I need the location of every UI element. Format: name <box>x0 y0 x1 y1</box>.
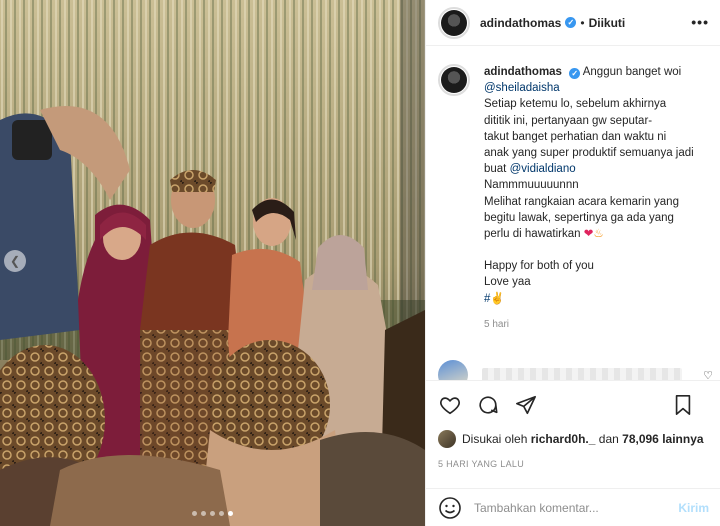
likes-suffix[interactable]: lainnya <box>662 432 703 446</box>
carousel-dot <box>192 511 197 516</box>
verified-badge-icon: ✓ <box>565 17 577 28</box>
mention-link[interactable]: @vidialdiano <box>510 163 576 175</box>
previous-slide-button[interactable]: ❮ <box>4 250 26 272</box>
like-comment-heart-icon[interactable]: ♡ <box>703 369 713 381</box>
likes-summary: Disukai oleh richard0h._ dan 78,096 lain… <box>438 430 704 448</box>
carousel-dot-active <box>228 511 233 516</box>
like-heart-icon[interactable] <box>438 393 462 417</box>
blurred-comment-text <box>482 368 682 380</box>
caption-username[interactable]: adindathomas <box>484 66 562 78</box>
separator-dot: • <box>580 15 585 30</box>
avatar[interactable] <box>438 430 456 448</box>
carousel-dot <box>210 511 215 516</box>
caption-line: Happy for both of you <box>484 260 594 273</box>
comments-section[interactable]: adindathomas ✓ Anggun banget woi @sheila… <box>426 46 720 380</box>
caption-line: Setiap ketemu lo, sebelum akhirnya <box>484 98 667 111</box>
caption-line: Love yaa <box>484 276 531 289</box>
post-comment-button[interactable]: Kirim <box>678 501 709 515</box>
post-author-username[interactable]: adindathomas <box>480 16 561 30</box>
likes-count[interactable]: 78,096 <box>622 432 659 446</box>
fire-emoji-icon: ♨ <box>593 228 604 241</box>
caption-text: adindathomas ✓ Anggun banget woi @sheila… <box>484 64 704 333</box>
caption-line: Nammmuuuuunnn <box>484 179 579 192</box>
avatar[interactable] <box>438 360 468 380</box>
post-timestamp[interactable]: 5 HARI YANG LALU <box>438 459 524 469</box>
caption-line: Melihat rangkaian acara kemarin yang <box>484 195 679 208</box>
bookmark-icon[interactable] <box>671 393 695 417</box>
carousel-dot <box>201 511 206 516</box>
instagram-post-view: ❮ adindathomas ✓ • Diikuti ••• adindatho… <box>0 0 720 526</box>
mention-link[interactable]: @sheiladaisha <box>484 80 704 96</box>
caption-time: 5 hari <box>484 318 510 330</box>
thumbs-up-emoji-icon: ✌ <box>490 292 505 305</box>
caption-line: takut banget perhatian dan waktu ni <box>484 130 667 143</box>
likes-prefix: Disukai oleh <box>462 432 528 446</box>
caption-line: buat <box>484 163 507 176</box>
chevron-left-icon: ❮ <box>9 254 21 268</box>
comment-row: ♡ <box>438 360 713 380</box>
post-actions-bar <box>426 380 720 428</box>
caption-line: perlu di hawatirkan <box>484 228 581 241</box>
comment-bubble-icon[interactable] <box>476 393 500 417</box>
share-paper-plane-icon[interactable] <box>514 393 538 417</box>
post-side-panel: adindathomas ✓ • Diikuti ••• adindathoma… <box>425 0 720 526</box>
red-heart-emoji-icon: ❤ <box>583 228 594 241</box>
caption-avatar[interactable] <box>438 64 470 96</box>
verified-badge-icon: ✓ <box>569 68 581 79</box>
wedding-photo-illustration <box>0 0 425 526</box>
caption: adindathomas ✓ Anggun banget woi @sheila… <box>438 64 709 333</box>
add-comment-bar: Kirim <box>426 488 720 526</box>
carousel-dot <box>219 511 224 516</box>
avatar[interactable] <box>438 6 470 39</box>
caption-line: anak yang super produktif semuanya jadi <box>484 147 694 160</box>
post-header: adindathomas ✓ • Diikuti ••• <box>426 0 720 46</box>
more-horizontal-icon[interactable]: ••• <box>691 14 709 30</box>
caption-line: begitu lawak, sepertinya ga ada yang <box>484 211 674 224</box>
emoji-smiley-icon[interactable] <box>438 496 462 520</box>
likes-connector: dan <box>598 432 619 446</box>
comment-input[interactable] <box>474 500 664 515</box>
following-button[interactable]: Diikuti <box>589 16 626 30</box>
carousel-indicator <box>0 511 425 516</box>
caption-line: dititik ini, pertanyaan gw seputar- <box>484 114 653 127</box>
post-photo[interactable]: ❮ <box>0 0 425 526</box>
caption-line: Anggun banget woi <box>582 66 682 78</box>
liker-username[interactable]: richard0h._ <box>531 432 596 446</box>
